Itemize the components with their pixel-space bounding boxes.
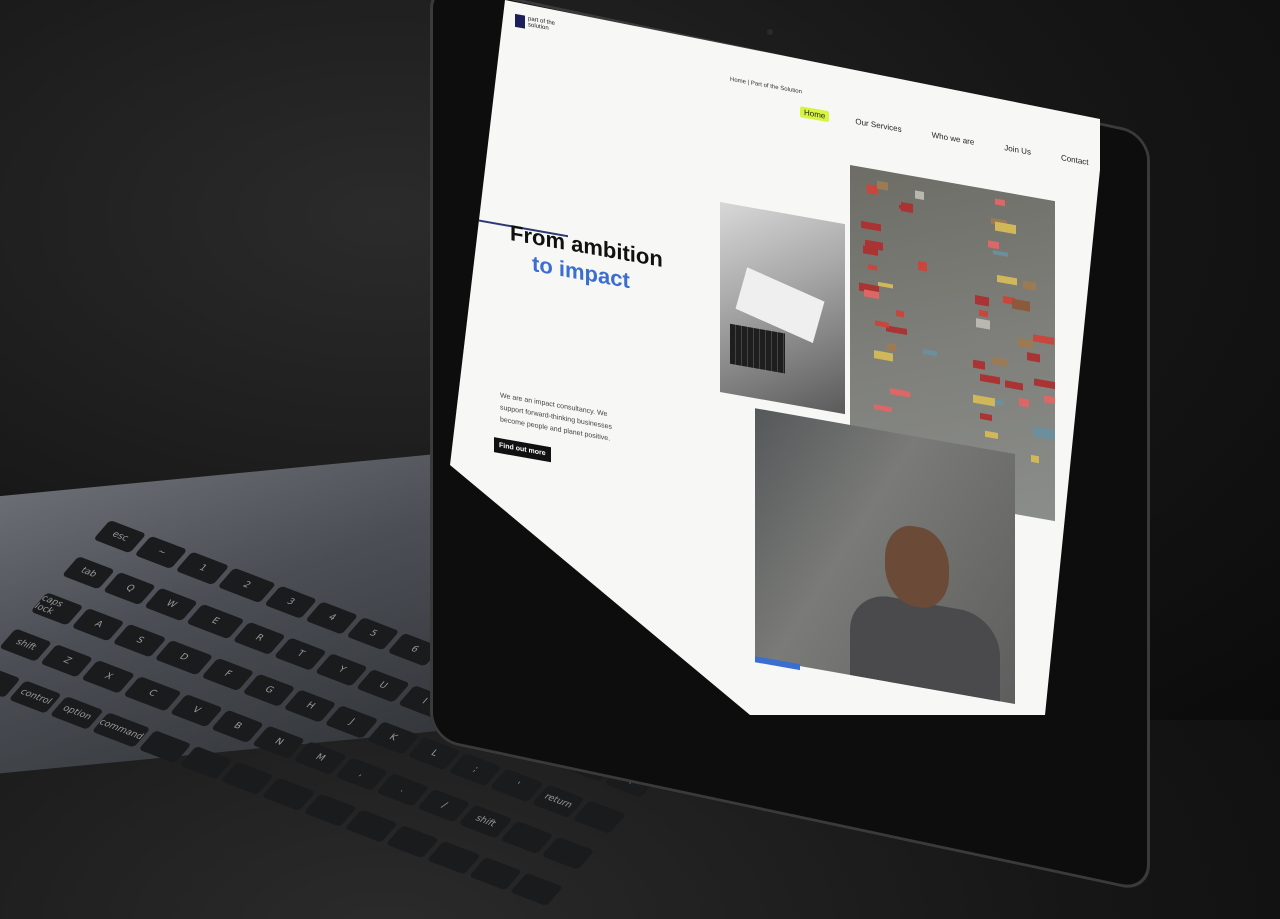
shipping-container xyxy=(1030,454,1039,464)
keyboard-key: option xyxy=(50,696,104,730)
nav-who-we-are[interactable]: Who we are xyxy=(928,129,979,149)
keyboard-key: R xyxy=(232,621,286,655)
website: part of the solution Home | Part of the … xyxy=(470,0,1105,715)
shipping-container xyxy=(1034,378,1055,390)
shipping-container xyxy=(1044,394,1055,406)
keyboard-key xyxy=(138,730,192,764)
shipping-container xyxy=(993,250,1009,258)
photo-keyboard xyxy=(730,323,785,374)
nav-contact[interactable]: Contact xyxy=(1057,151,1093,168)
logo-icon[interactable] xyxy=(515,13,525,29)
shipping-container xyxy=(1004,380,1024,391)
shipping-container xyxy=(980,373,1001,385)
keyboard-key: F xyxy=(200,657,255,692)
keyboard-key: W xyxy=(144,587,198,622)
shipping-container xyxy=(868,264,878,271)
shipping-container xyxy=(1033,334,1055,346)
keyboard-key: M xyxy=(293,741,347,775)
laptop-screen: part of the solution Home | Part of the … xyxy=(450,0,1140,715)
page-tab-title: Home | Part of the Solution xyxy=(730,76,802,96)
shipping-container xyxy=(995,399,1005,406)
shipping-container xyxy=(1026,351,1040,363)
shipping-container xyxy=(978,309,989,318)
keyboard-key: command xyxy=(91,712,151,748)
keyboard-key: J xyxy=(324,705,379,739)
keyboard-key xyxy=(261,777,316,811)
shipping-container xyxy=(860,220,882,232)
shipping-container xyxy=(1022,280,1037,291)
keyboard-key xyxy=(499,820,554,855)
keyboard-key xyxy=(509,872,564,907)
shipping-container xyxy=(995,221,1017,234)
keyboard-key: C xyxy=(122,675,182,712)
nav-join-us[interactable]: Join Us xyxy=(1000,141,1035,158)
shipping-container xyxy=(992,356,1009,367)
photo-laptop-paperwork xyxy=(720,202,845,415)
keyboard-key: , xyxy=(334,757,389,791)
shipping-container xyxy=(873,404,893,413)
shipping-container xyxy=(973,394,995,407)
find-out-more-button[interactable]: Find out more xyxy=(494,437,551,463)
keyboard-key: D xyxy=(154,639,213,676)
shipping-container xyxy=(896,310,905,318)
shipping-container xyxy=(863,289,880,300)
shipping-container xyxy=(988,240,1000,250)
shipping-container xyxy=(923,349,938,357)
keyboard-key: ' xyxy=(489,768,544,803)
shipping-container xyxy=(1017,337,1033,350)
shipping-container xyxy=(979,412,992,421)
shipping-container xyxy=(997,275,1018,286)
keyboard-key xyxy=(427,840,481,875)
shipping-container xyxy=(874,320,890,328)
shipping-container xyxy=(917,261,928,272)
browser-viewport: part of the solution Home | Part of the … xyxy=(450,0,1100,715)
shipping-container xyxy=(886,342,896,353)
shipping-container xyxy=(1019,397,1030,408)
nav-home[interactable]: Home xyxy=(800,106,830,123)
logo-text[interactable]: part of the solution xyxy=(528,16,564,34)
shipping-container xyxy=(1011,298,1030,312)
shipping-container xyxy=(877,181,888,191)
keyboard-key: shift xyxy=(458,804,512,839)
shipping-container xyxy=(973,359,985,370)
keyboard-key: X xyxy=(81,660,135,694)
shipping-container xyxy=(975,295,989,307)
keyboard-key: S xyxy=(113,623,167,658)
hero-intro-text: We are an impact consultancy. We support… xyxy=(500,392,613,443)
shipping-container xyxy=(976,317,991,331)
keyboard-key: E xyxy=(185,603,245,640)
shipping-container xyxy=(914,190,925,201)
keyboard-key xyxy=(572,800,626,834)
shipping-container xyxy=(1033,426,1055,440)
main-nav: Home Our Services Who we are Join Us Con… xyxy=(800,106,1093,169)
nav-our-services[interactable]: Our Services xyxy=(851,115,905,136)
keyboard-key xyxy=(468,856,522,891)
shipping-container xyxy=(877,282,894,289)
keyboard-key: U xyxy=(356,669,410,703)
shipping-container xyxy=(889,387,911,398)
keyboard-key xyxy=(303,793,357,827)
shipping-container xyxy=(985,430,999,439)
shipping-container xyxy=(995,198,1005,207)
keyboard-key: K xyxy=(366,721,420,755)
photo-man-thinking xyxy=(755,408,1015,705)
keyboard-key: V xyxy=(169,693,223,728)
keyboard-key xyxy=(541,836,595,870)
keyboard-key: return xyxy=(531,784,585,818)
